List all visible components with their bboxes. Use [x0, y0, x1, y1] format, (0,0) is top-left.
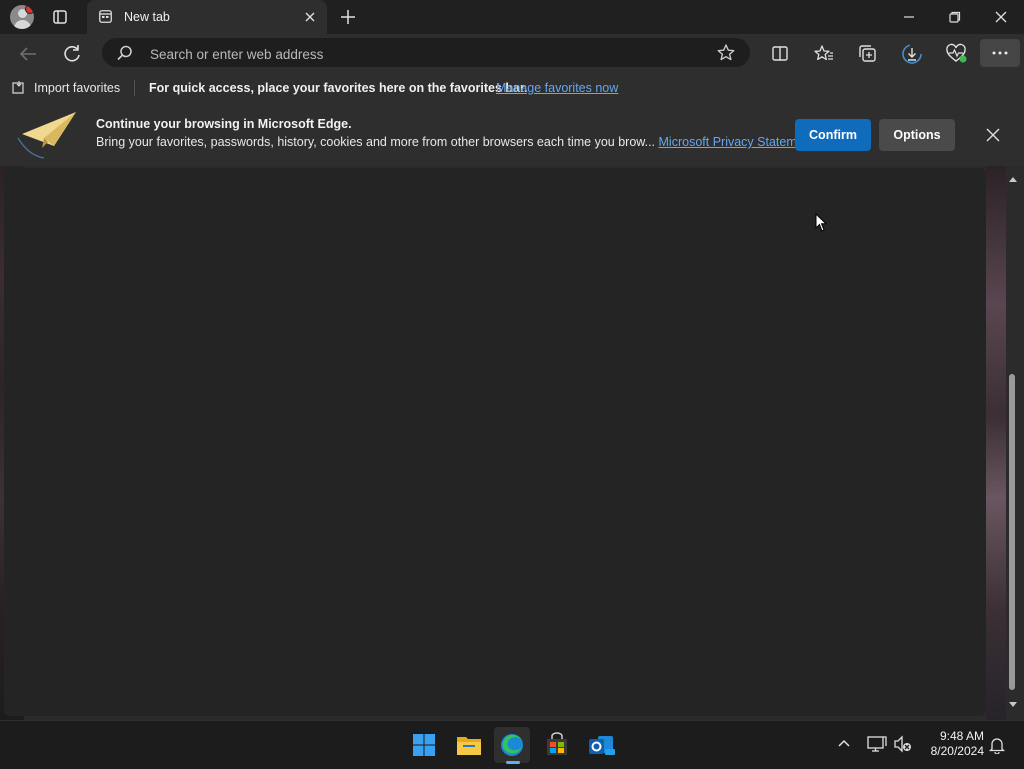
options-button[interactable]: Options: [879, 119, 955, 151]
confirm-button[interactable]: Confirm: [795, 119, 871, 151]
tab-new-tab[interactable]: New tab: [87, 0, 327, 34]
network-icon[interactable]: [866, 734, 888, 757]
active-app-indicator: [506, 761, 520, 764]
import-favorites-button[interactable]: Import favorites: [34, 81, 120, 95]
new-tab-page-icon: [99, 10, 112, 23]
title-bar: New tab: [0, 0, 1024, 34]
notifications-bell-icon[interactable]: [988, 736, 1006, 757]
tab-title: New tab: [124, 10, 170, 24]
collections-icon[interactable]: [855, 41, 881, 67]
split-screen-icon[interactable]: [767, 41, 793, 67]
privacy-statement-link[interactable]: Microsoft Privacy Statement: [659, 135, 815, 149]
notification-dot-icon: [25, 5, 34, 14]
volume-muted-icon[interactable]: [892, 734, 914, 757]
start-icon[interactable]: [406, 727, 442, 763]
mouse-cursor-icon: [815, 212, 829, 236]
system-clock[interactable]: 9:48 AM 8/20/2024: [922, 729, 984, 759]
favorites-bar: Import favorites For quick access, place…: [0, 72, 1024, 104]
scrollbar-thumb[interactable]: [1009, 374, 1015, 690]
banner-description: Bring your favorites, passwords, history…: [96, 135, 814, 149]
back-arrow-icon[interactable]: [15, 41, 41, 67]
paper-plane-icon: [14, 108, 78, 165]
outlook-icon[interactable]: [583, 727, 619, 763]
file-explorer-icon[interactable]: [451, 727, 487, 763]
close-banner-icon[interactable]: [984, 126, 1002, 147]
new-tab-plus-icon[interactable]: [338, 8, 358, 26]
manage-favorites-link[interactable]: Manage favorites now: [496, 81, 618, 95]
store-icon[interactable]: [539, 727, 575, 763]
scroll-up-arrow-icon: [1009, 177, 1017, 182]
banner-title: Continue your browsing in Microsoft Edge…: [96, 117, 352, 131]
page-content: [0, 166, 1024, 720]
favorites-icon[interactable]: [811, 41, 837, 67]
browser-essentials-icon[interactable]: [943, 41, 969, 67]
background-image-right: [986, 166, 1006, 720]
downloads-icon[interactable]: [899, 41, 925, 67]
banner-description-text: Bring your favorites, passwords, history…: [96, 135, 656, 149]
close-tab-icon[interactable]: [303, 10, 317, 24]
navigation-bar: [0, 34, 1024, 72]
address-input[interactable]: [148, 44, 692, 64]
clock-time: 9:48 AM: [939, 729, 984, 743]
favorites-divider: [134, 80, 135, 96]
more-dots-icon: [992, 51, 1008, 55]
import-banner: Continue your browsing in Microsoft Edge…: [0, 104, 1024, 166]
settings-and-more-button[interactable]: [980, 39, 1020, 67]
new-tab-page[interactable]: [4, 168, 986, 716]
favorite-star-icon[interactable]: [716, 43, 736, 66]
edge-icon[interactable]: [494, 727, 530, 764]
profile-avatar[interactable]: [10, 5, 34, 29]
refresh-icon[interactable]: [59, 41, 85, 67]
close-window-button[interactable]: [978, 0, 1024, 34]
taskbar: 9:48 AM 8/20/2024: [0, 720, 1024, 769]
minimize-button[interactable]: [886, 0, 932, 34]
import-favorites-icon: [11, 80, 29, 99]
show-hidden-icons-chevron-icon[interactable]: [836, 736, 852, 755]
search-icon: [116, 44, 134, 65]
clock-date: 8/20/2024: [930, 744, 984, 758]
address-bar[interactable]: [102, 38, 750, 67]
restore-button[interactable]: [932, 0, 978, 34]
scroll-down-arrow-icon: [1009, 702, 1017, 707]
tab-actions-icon[interactable]: [48, 6, 72, 28]
favorites-bar-message: For quick access, place your favorites h…: [149, 81, 528, 95]
